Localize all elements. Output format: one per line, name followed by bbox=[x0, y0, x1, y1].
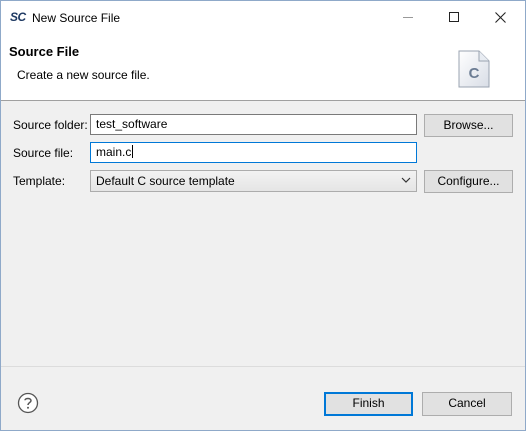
close-icon bbox=[494, 11, 506, 23]
source-folder-label: Source folder: bbox=[13, 118, 88, 132]
c-source-file-icon: C bbox=[458, 50, 490, 88]
footer-divider bbox=[1, 366, 525, 367]
source-folder-input[interactable]: test_software bbox=[90, 114, 417, 135]
maximize-icon bbox=[449, 12, 459, 22]
title-bar: SC New Source File bbox=[1, 1, 525, 33]
wizard-banner: Source File Create a new source file. C bbox=[1, 33, 525, 101]
new-source-file-dialog: SC New Source File Source File Create a … bbox=[0, 0, 526, 431]
minimize-icon bbox=[403, 16, 413, 18]
template-selected-value: Default C source template bbox=[96, 174, 235, 188]
banner-description: Create a new source file. bbox=[17, 68, 150, 82]
source-file-input[interactable]: main.c bbox=[90, 142, 417, 163]
finish-button[interactable]: Finish bbox=[324, 392, 413, 416]
help-icon[interactable] bbox=[17, 392, 39, 414]
window-title: New Source File bbox=[32, 11, 121, 25]
template-select[interactable]: Default C source template bbox=[90, 170, 417, 192]
text-caret bbox=[132, 145, 134, 158]
maximize-button[interactable] bbox=[431, 1, 477, 33]
cancel-button[interactable]: Cancel bbox=[422, 392, 512, 416]
svg-text:C: C bbox=[469, 65, 480, 82]
minimize-button[interactable] bbox=[385, 1, 431, 33]
source-file-label: Source file: bbox=[13, 146, 74, 160]
close-button[interactable] bbox=[477, 1, 523, 33]
source-file-value: main.c bbox=[96, 145, 132, 159]
browse-button[interactable]: Browse... bbox=[424, 114, 513, 137]
banner-title: Source File bbox=[9, 44, 80, 59]
app-logo: SC bbox=[10, 10, 26, 24]
configure-button[interactable]: Configure... bbox=[424, 170, 513, 193]
chevron-down-icon bbox=[401, 177, 411, 183]
template-label: Template: bbox=[13, 174, 66, 188]
